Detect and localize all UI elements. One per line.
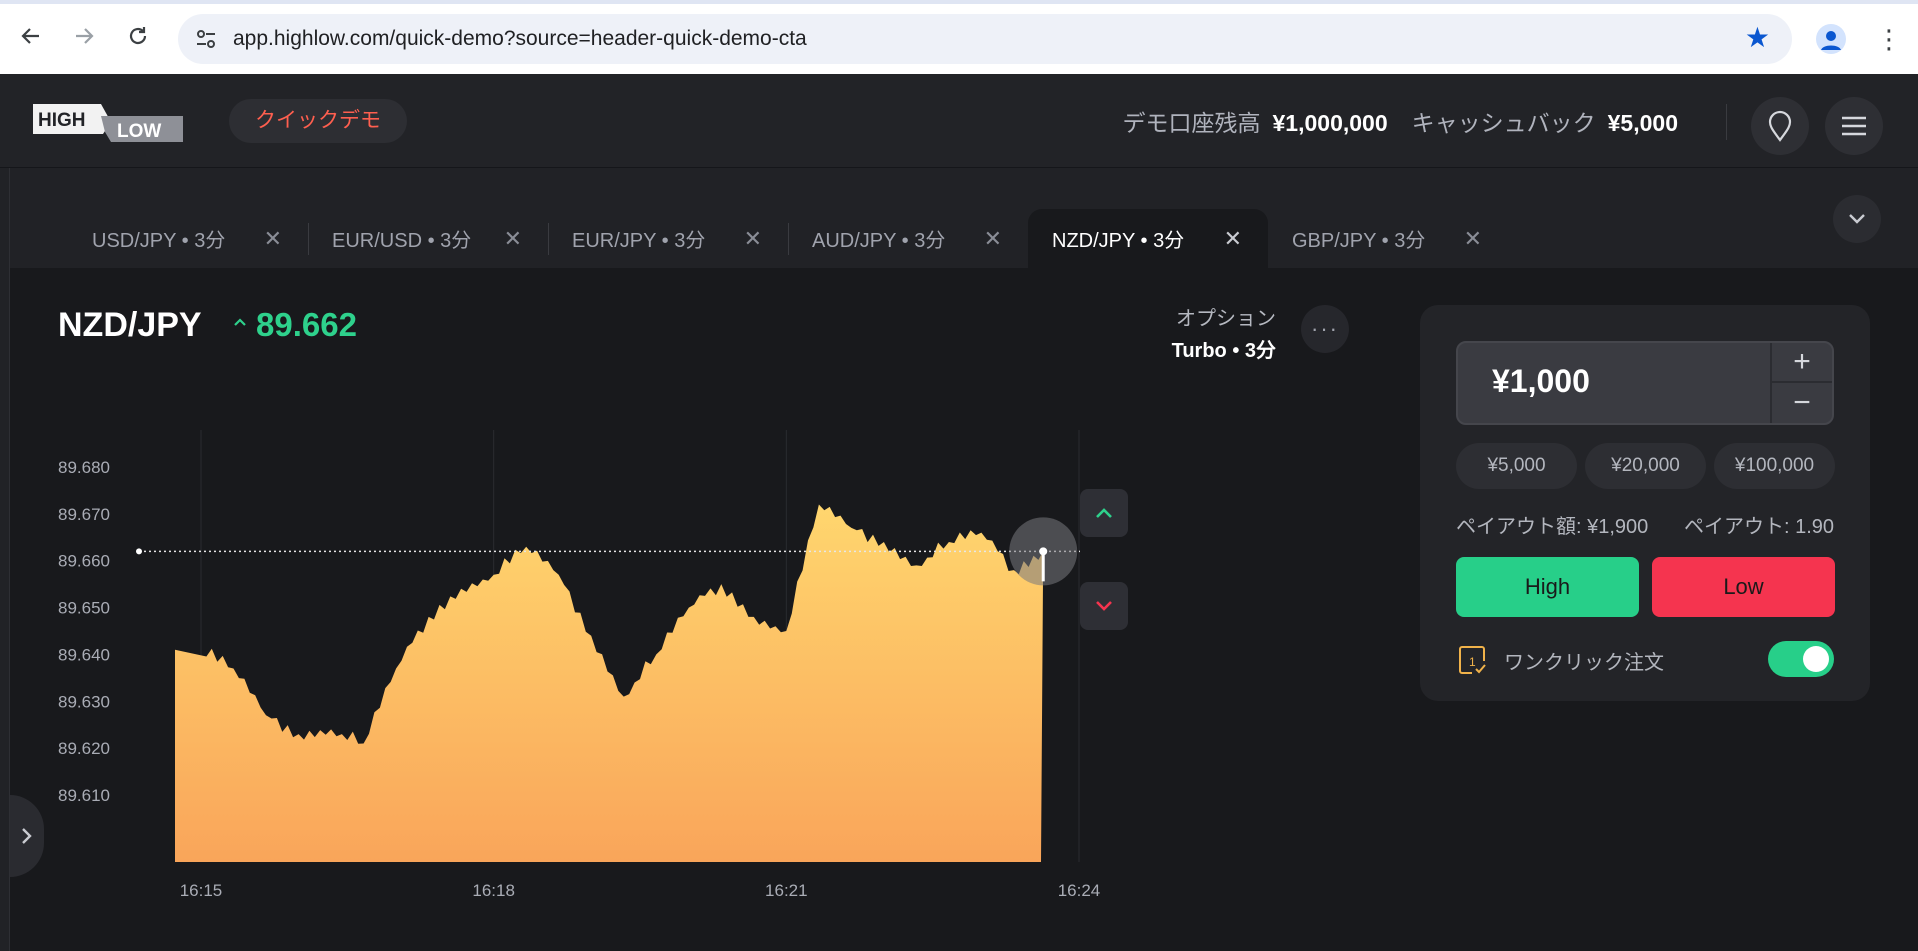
close-tab-icon[interactable]: ✕	[984, 226, 1002, 252]
price-chart: 89.680 89.670 89.660 89.650 89.640 89.630 89.6…	[58, 430, 1101, 900]
one-click-icon-digit: 1	[1469, 655, 1476, 669]
x-axis-tick-label: 16:21	[765, 881, 808, 900]
tab-nzd-jpy[interactable]: NZD/JPY • 3分 ✕	[1028, 209, 1268, 268]
payout-info: ペイアウト額: ¥1,900 ペイアウト: 1.90	[1456, 510, 1834, 539]
y-axis-tick-label: 89.640	[58, 645, 110, 664]
amount-presets: ¥5,000 ¥20,000 ¥100,000	[1456, 443, 1835, 489]
chevron-down-icon	[1096, 601, 1112, 611]
one-click-icon: 1	[1459, 646, 1486, 674]
option-value: Turbo • 3分	[1171, 340, 1276, 362]
chart-low-mini-button[interactable]	[1080, 582, 1128, 630]
x-axis-tick-label: 16:24	[1058, 881, 1101, 900]
amount-stepper: + −	[1770, 343, 1832, 423]
quick-demo-badge[interactable]: クイックデモ	[229, 99, 407, 143]
chevron-right-icon	[22, 828, 32, 844]
payout-rate: ペイアウト: 1.90	[1683, 516, 1834, 538]
app-header: HIGH LOW クイックデモ デモ口座残高 ¥1,000,000 キャッシュバ…	[0, 74, 1918, 168]
url-text: app.highlow.com/quick-demo?source=header…	[233, 27, 807, 50]
chevron-up-icon	[1096, 508, 1112, 518]
forward-icon[interactable]	[68, 20, 100, 52]
close-tab-icon[interactable]: ✕	[1224, 226, 1242, 252]
left-rail	[0, 168, 10, 951]
browser-menu-icon[interactable]: ⋮	[1876, 24, 1902, 54]
x-axis-tick-label: 16:18	[472, 881, 515, 900]
tab-label: EUR/JPY • 3分	[572, 230, 706, 252]
current-price: 89.662	[256, 306, 357, 343]
y-axis-tick-label: 89.630	[58, 692, 110, 711]
location-pin-button[interactable]	[1751, 97, 1809, 155]
hamburger-icon	[1842, 116, 1866, 136]
y-axis-tick-label: 89.650	[58, 599, 110, 618]
tab-label: NZD/JPY • 3分	[1052, 230, 1185, 252]
tab-label: AUD/JPY • 3分	[812, 230, 946, 252]
option-label: オプション	[1176, 308, 1276, 330]
account-balances: デモ口座残高 ¥1,000,000 キャッシュバック ¥5,000	[1123, 104, 1690, 138]
address-bar[interactable]: app.highlow.com/quick-demo?source=header…	[178, 14, 1792, 64]
demo-balance-label: デモ口座残高	[1122, 110, 1261, 136]
preset-amount-button[interactable]: ¥100,000	[1714, 443, 1835, 489]
profile-icon[interactable]	[1816, 24, 1846, 54]
current-point-dot	[1039, 547, 1048, 556]
more-options-button[interactable]: ···	[1301, 305, 1349, 353]
side-panel-toggle[interactable]	[10, 795, 44, 877]
chevron-down-icon	[1849, 214, 1865, 224]
asset-tabs: USD/JPY • 3分 ✕ EUR/USD • 3分 ✕ EUR/JPY • 3分…	[68, 209, 1508, 268]
low-button[interactable]: Low	[1652, 557, 1835, 617]
investment-amount-input[interactable]: ¥1,000 + −	[1456, 341, 1834, 425]
back-icon[interactable]	[15, 20, 47, 52]
tab-eur-usd[interactable]: EUR/USD • 3分 ✕	[308, 209, 548, 268]
tabs-dropdown-button[interactable]	[1833, 195, 1881, 243]
tab-usd-jpy[interactable]: USD/JPY • 3分 ✕	[68, 209, 308, 268]
price-up-icon	[234, 318, 246, 326]
one-click-label: ワンクリック注文	[1504, 652, 1664, 674]
tab-label: USD/JPY • 3分	[92, 230, 226, 252]
header-divider	[1726, 104, 1727, 140]
y-axis-tick-label: 89.620	[58, 739, 110, 758]
hamburger-menu-button[interactable]	[1825, 97, 1883, 155]
decrease-amount-button[interactable]: −	[1772, 383, 1832, 423]
tab-eur-jpy[interactable]: EUR/JPY • 3分 ✕	[548, 209, 788, 268]
preset-amount-button[interactable]: ¥20,000	[1585, 443, 1706, 489]
highlow-logo[interactable]: HIGH LOW	[33, 100, 183, 144]
investment-amount-value: ¥1,000	[1492, 363, 1590, 399]
price-area	[175, 504, 1044, 862]
reload-icon[interactable]	[122, 20, 154, 52]
location-pin-icon	[1768, 110, 1792, 142]
asset-pair-title: NZD/JPY	[58, 306, 202, 344]
x-axis-tick-label: 16:15	[180, 881, 223, 900]
chart-high-mini-button[interactable]	[1080, 489, 1128, 537]
asset-tab-bar: USD/JPY • 3分 ✕ EUR/USD • 3分 ✕ EUR/JPY • 3分…	[10, 168, 1918, 268]
tab-label: GBP/JPY • 3分	[1292, 230, 1426, 252]
close-tab-icon[interactable]: ✕	[744, 226, 762, 252]
browser-toolbar: app.highlow.com/quick-demo?source=header…	[0, 0, 1918, 74]
trade-panel: ¥1,000 + − ¥5,000 ¥20,000 ¥100,000 ペイアウト…	[1420, 305, 1870, 701]
tab-aud-jpy[interactable]: AUD/JPY • 3分 ✕	[788, 209, 1028, 268]
increase-amount-button[interactable]: +	[1772, 343, 1832, 383]
high-button[interactable]: High	[1456, 557, 1639, 617]
tab-label: EUR/USD • 3分	[332, 230, 472, 252]
svg-text:LOW: LOW	[117, 121, 161, 142]
close-tab-icon[interactable]: ✕	[1464, 226, 1482, 252]
svg-text:HIGH: HIGH	[38, 110, 86, 131]
y-axis-tick-label: 89.610	[58, 786, 110, 805]
tab-gbp-jpy[interactable]: GBP/JPY • 3分 ✕	[1268, 209, 1508, 268]
close-tab-icon[interactable]: ✕	[264, 226, 282, 252]
demo-balance-value: ¥1,000,000	[1272, 110, 1388, 136]
y-axis-tick-label: 89.660	[58, 552, 110, 571]
site-settings-icon[interactable]	[194, 27, 218, 56]
one-click-toggle[interactable]	[1768, 641, 1834, 677]
y-axis-tick-label: 89.680	[58, 458, 110, 477]
y-axis-tick-label: 89.670	[58, 505, 110, 524]
payout-amount: ペイアウト額: ¥1,900	[1456, 516, 1649, 538]
preset-amount-button[interactable]: ¥5,000	[1456, 443, 1577, 489]
close-tab-icon[interactable]: ✕	[504, 226, 522, 252]
toggle-knob	[1803, 646, 1829, 672]
bookmark-star-icon[interactable]: ★	[1745, 24, 1770, 52]
price-line-start-dot	[136, 548, 142, 555]
cashback-label: キャッシュバック	[1411, 110, 1596, 136]
cashback-value: ¥5,000	[1607, 110, 1678, 136]
